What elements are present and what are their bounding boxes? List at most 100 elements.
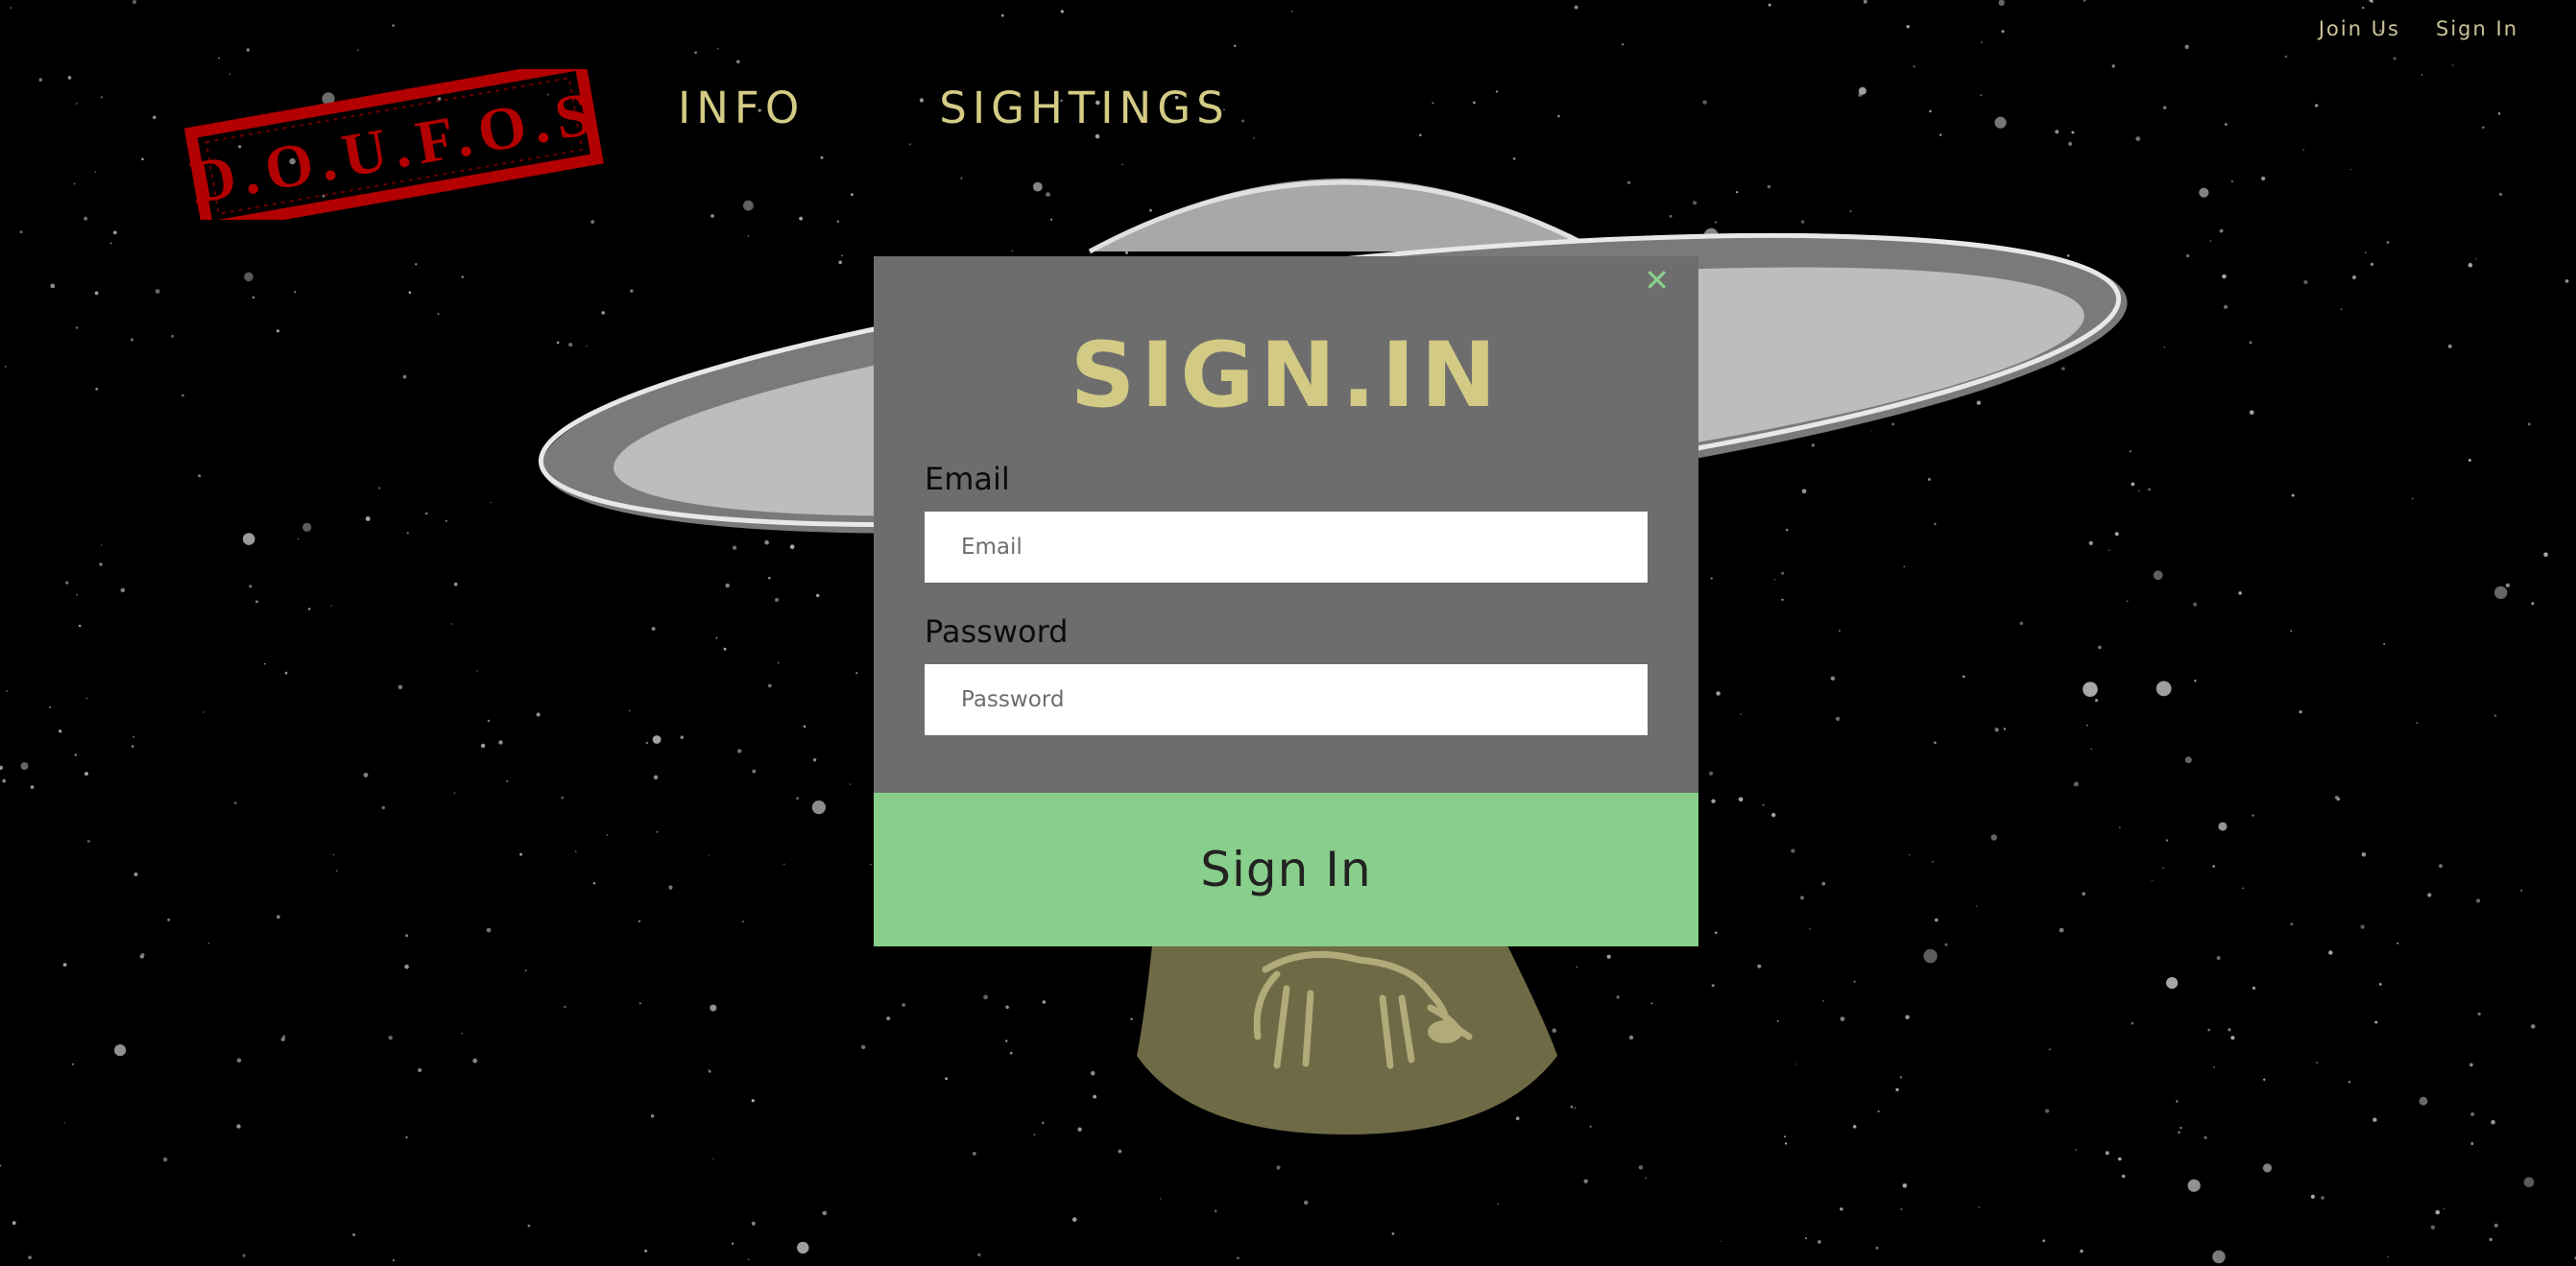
star: [715, 636, 718, 639]
star: [246, 48, 251, 52]
star: [561, 796, 565, 800]
star: [1570, 1105, 1574, 1109]
star: [2131, 482, 2135, 487]
star: [1645, 1177, 1647, 1179]
star: [2001, 30, 2005, 34]
star: [450, 623, 452, 625]
star: [2212, 865, 2215, 868]
star: [1903, 565, 1905, 568]
star: [2505, 583, 2510, 588]
star: [1237, 1256, 1240, 1260]
star: [131, 745, 134, 748]
star: [1840, 1207, 1843, 1211]
star: [101, 544, 103, 546]
star: [0, 1164, 2, 1167]
star: [1214, 1209, 1217, 1213]
star: [155, 289, 160, 294]
star: [644, 1249, 648, 1253]
star: [2068, 141, 2073, 146]
password-field[interactable]: [925, 664, 1648, 735]
star: [2207, 1028, 2211, 1032]
star: [1994, 728, 1999, 732]
star: [1005, 1005, 1009, 1010]
star: [1032, 181, 1043, 192]
star: [2419, 1096, 2428, 1106]
star: [2111, 64, 2115, 68]
star: [2491, 1119, 2495, 1125]
star: [568, 343, 573, 347]
star: [1822, 1000, 1824, 1002]
close-icon[interactable]: ✕: [1644, 262, 1670, 299]
star: [1852, 1125, 1857, 1129]
star: [2520, 890, 2523, 892]
star: [336, 870, 338, 872]
star: [406, 532, 409, 535]
star: [2194, 680, 2197, 682]
star: [1784, 1142, 1788, 1145]
star: [592, 882, 596, 885]
star: [1791, 848, 1795, 853]
star: [2073, 782, 2078, 787]
star: [1934, 523, 1937, 525]
star: [783, 863, 785, 865]
star: [282, 1035, 286, 1039]
star: [2303, 279, 2308, 285]
star: [1929, 109, 1932, 113]
join-us-link[interactable]: Join Us: [2319, 17, 2400, 40]
star: [2523, 1177, 2535, 1187]
star: [743, 200, 754, 211]
star: [2439, 864, 2443, 869]
star: [357, 49, 359, 51]
doufos-stamp-logo[interactable]: D.O.U.F.O.S: [182, 69, 606, 220]
star: [10, 7, 12, 9]
star: [100, 96, 104, 99]
star: [799, 216, 803, 221]
star: [388, 1036, 393, 1040]
nav-info[interactable]: INFO: [678, 83, 805, 133]
star: [628, 709, 631, 712]
star: [1124, 251, 1129, 254]
star: [1835, 716, 1841, 722]
star: [242, 1254, 246, 1257]
star: [2058, 927, 2064, 933]
star: [2176, 1100, 2179, 1103]
star: [1000, 13, 1004, 17]
star: [72, 1063, 74, 1065]
star: [2155, 681, 2172, 697]
star: [764, 539, 769, 545]
star: [2055, 130, 2059, 134]
star: [1616, 995, 1620, 999]
star: [1090, 1070, 1095, 1076]
star: [1583, 1179, 1588, 1183]
star: [236, 1058, 242, 1063]
star: [1976, 400, 1982, 405]
star: [2252, 986, 2256, 991]
star: [506, 780, 509, 782]
star: [1711, 799, 1716, 803]
star: [1071, 1217, 1077, 1222]
email-field[interactable]: [925, 512, 1648, 583]
star: [708, 854, 710, 856]
star: [236, 1124, 241, 1129]
star: [797, 1241, 809, 1254]
star: [1736, 191, 1739, 194]
star: [590, 220, 595, 225]
star: [2347, 1081, 2351, 1084]
star: [1118, 1149, 1122, 1154]
star: [2396, 942, 2399, 944]
star: [2086, 724, 2088, 727]
star: [1944, 943, 1948, 946]
star: [638, 920, 641, 923]
star: [2230, 1036, 2235, 1040]
star: [1839, 630, 1841, 632]
star: [2045, 1109, 2050, 1113]
star: [2494, 714, 2497, 717]
star: [752, 769, 757, 774]
sign-in-submit-button[interactable]: Sign In: [874, 793, 1698, 946]
star: [75, 326, 79, 329]
nav-sightings[interactable]: SIGHTINGS: [939, 83, 1229, 133]
star: [330, 605, 332, 607]
star: [131, 338, 134, 342]
star: [85, 697, 87, 700]
sign-in-link[interactable]: Sign In: [2436, 17, 2518, 40]
